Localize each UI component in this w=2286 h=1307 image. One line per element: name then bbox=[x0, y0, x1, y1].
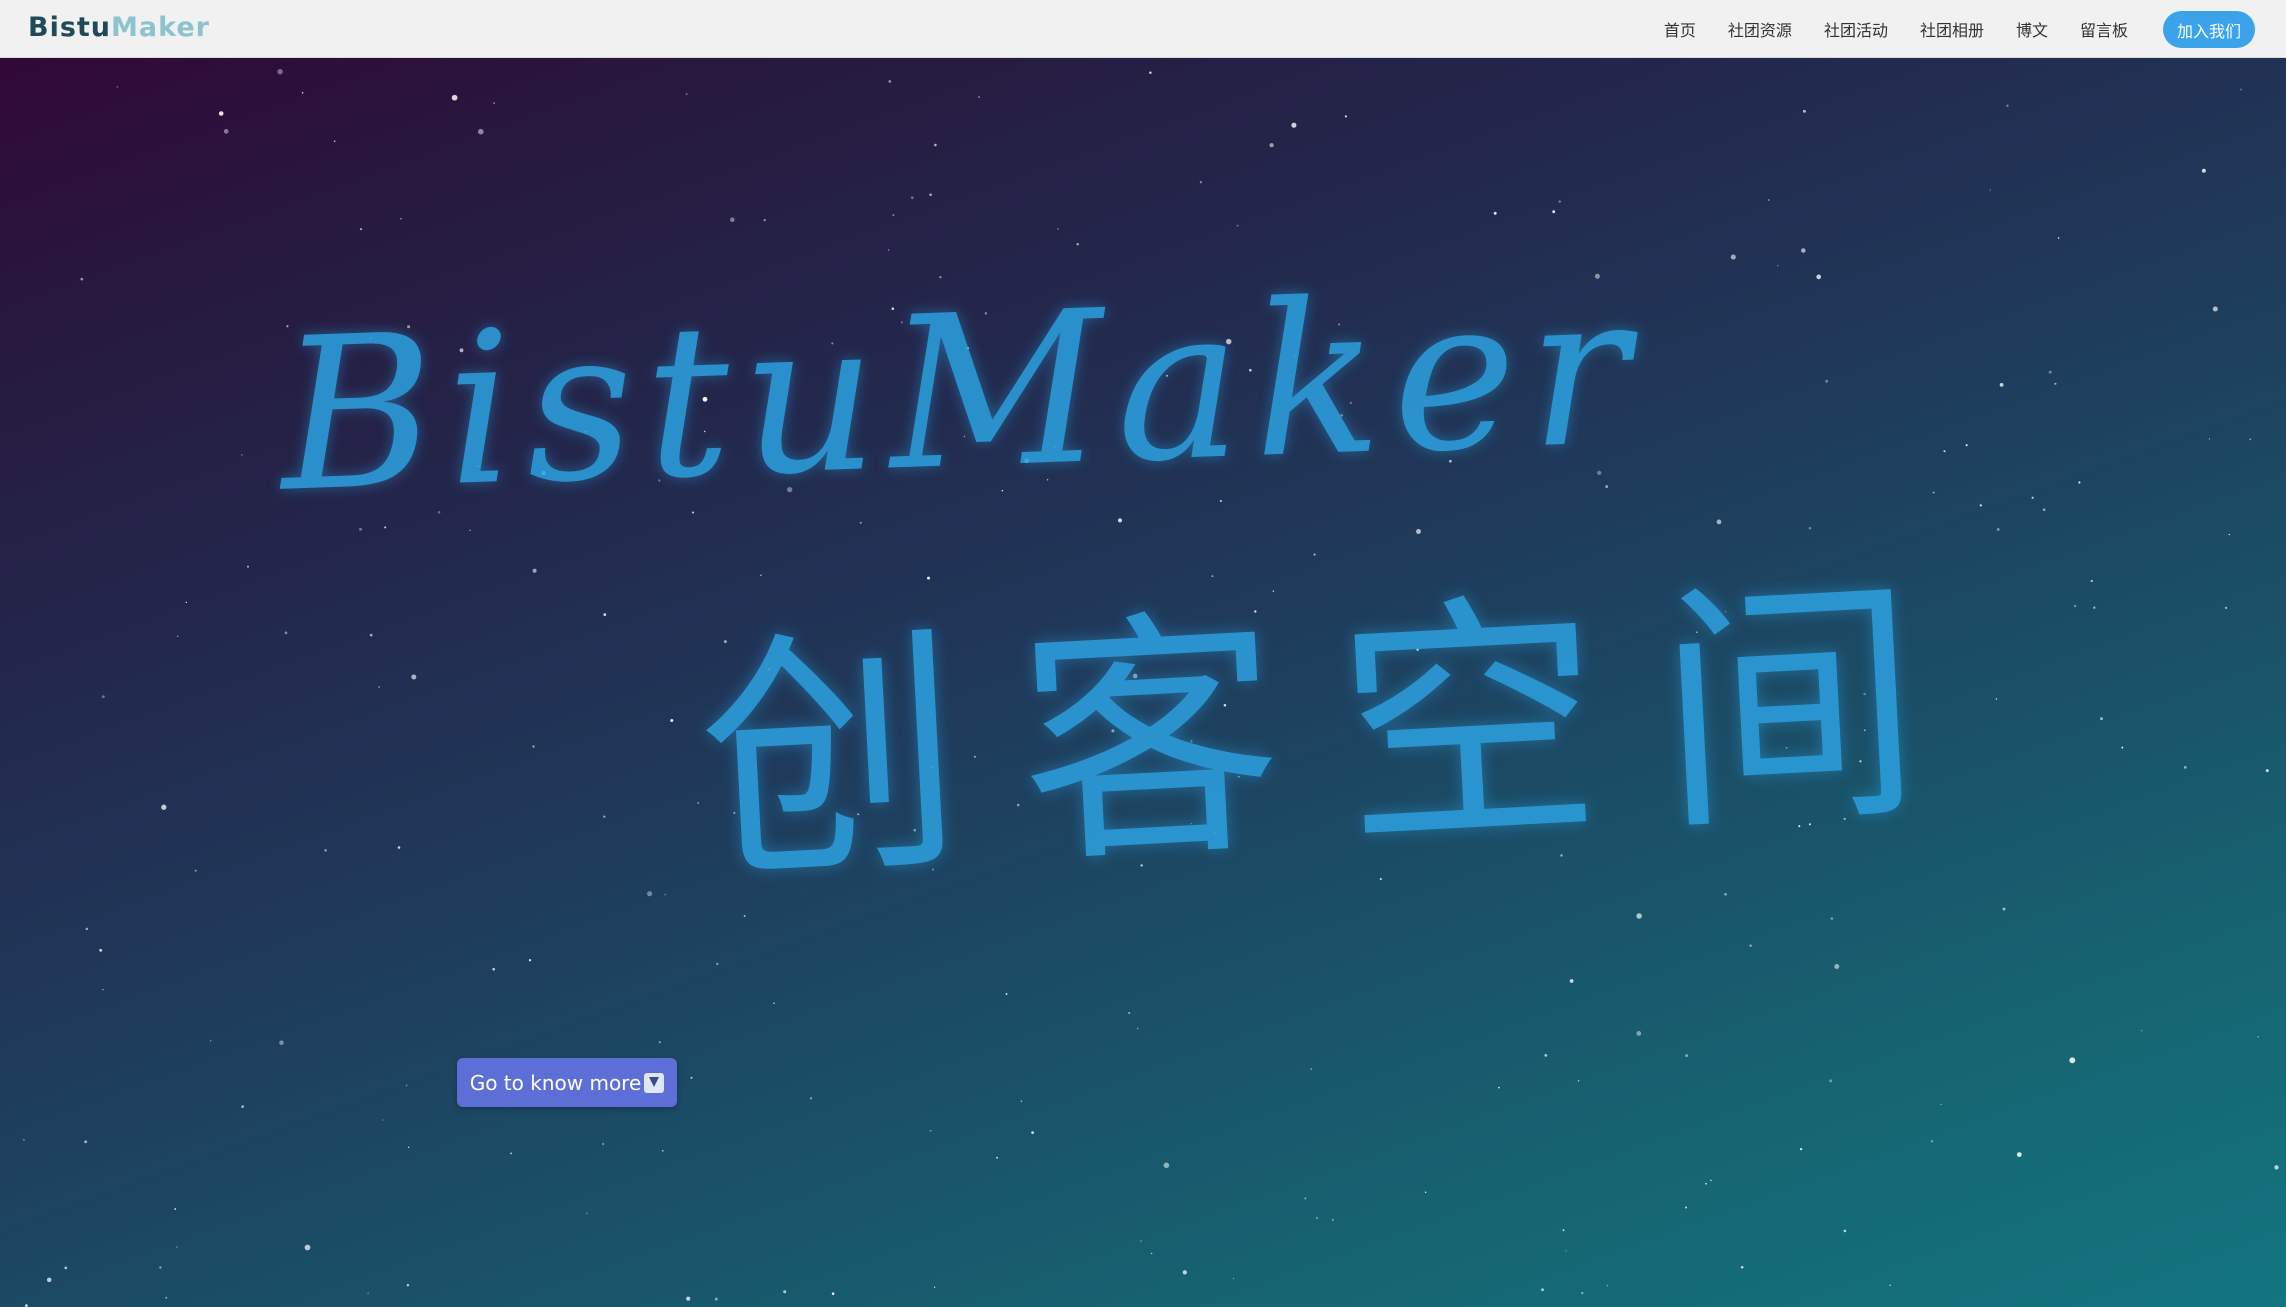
brand-part-maker: Maker bbox=[111, 12, 210, 43]
brand-part-bistu: Bistu bbox=[28, 12, 112, 43]
hero-section: BistuMaker 创客空间 Go to know more bbox=[0, 58, 2286, 1307]
go-to-know-more-button[interactable]: Go to know more bbox=[457, 1058, 677, 1107]
handwriting-layer: BistuMaker 创客空间 bbox=[0, 58, 2286, 1307]
join-us-button[interactable]: 加入我们 bbox=[2163, 11, 2255, 48]
handwritten-title-en: BistuMaker bbox=[276, 246, 1645, 539]
nav-link-home[interactable]: 首页 bbox=[1664, 17, 1696, 41]
down-arrow-icon bbox=[644, 1072, 665, 1093]
top-navbar: BistuMaker 首页 社团资源 社团活动 社团相册 博文 留言板 加入我们 bbox=[0, 0, 2286, 58]
nav-links: 首页 社团资源 社团活动 社团相册 博文 留言板 bbox=[1632, 0, 2128, 58]
go-to-know-more-label: Go to know more bbox=[469, 1070, 642, 1095]
brand-logo[interactable]: BistuMaker bbox=[28, 10, 210, 46]
nav-link-blog[interactable]: 博文 bbox=[2016, 17, 2048, 41]
handwritten-title-zh: 创客空间 bbox=[692, 548, 1988, 918]
nav-link-message-board[interactable]: 留言板 bbox=[2080, 17, 2128, 41]
nav-link-album[interactable]: 社团相册 bbox=[1920, 17, 1984, 41]
nav-link-activities[interactable]: 社团活动 bbox=[1824, 17, 1888, 41]
nav-link-resources[interactable]: 社团资源 bbox=[1728, 17, 1792, 41]
